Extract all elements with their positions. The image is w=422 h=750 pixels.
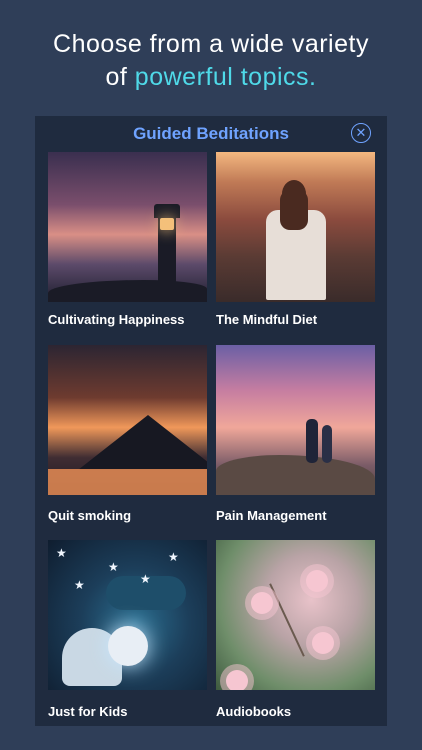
star-icon: ★ [56, 546, 67, 560]
tile-pain-management[interactable] [216, 345, 375, 495]
cliff-shape [216, 455, 375, 495]
figure-1 [306, 419, 318, 463]
panel-title: Guided Beditations [133, 124, 289, 143]
flower-shape [312, 632, 334, 654]
tile-just-for-kids[interactable]: ★ ★ ★ ★ ★ [48, 540, 207, 690]
person-head [282, 180, 306, 208]
tile-label-the-mindful-diet[interactable]: The Mindful Diet [216, 312, 317, 328]
headline: Choose from a wide variety of powerful t… [0, 28, 422, 94]
stem-shape [269, 583, 305, 657]
lighthouse-top [154, 204, 180, 218]
water-reflection [48, 469, 207, 495]
tile-label-cultivating-happiness[interactable]: Cultivating Happiness [48, 312, 185, 328]
star-icon: ★ [140, 572, 151, 586]
figure-2 [322, 425, 332, 463]
moon-shape [108, 626, 148, 666]
tile-label-quit-smoking[interactable]: Quit smoking [48, 508, 131, 524]
tile-cultivating-happiness[interactable] [48, 152, 207, 302]
headline-line-2-accent: powerful topics. [134, 63, 317, 91]
tile-audiobooks[interactable] [216, 540, 375, 690]
flower-shape [251, 592, 273, 614]
tile-label-just-for-kids[interactable]: Just for Kids [48, 704, 127, 720]
headline-line-2-prefix: of [105, 63, 135, 91]
tile-quit-smoking[interactable] [48, 345, 207, 495]
headline-line-1: Choose from a wide variety [53, 30, 369, 58]
mountain-shape [78, 415, 207, 470]
tile-label-audiobooks[interactable]: Audiobooks [216, 704, 291, 720]
headline-line-2: of powerful topics. [0, 61, 422, 94]
tile-the-mindful-diet[interactable] [216, 152, 375, 302]
flower-shape [306, 570, 328, 592]
tile-label-pain-management[interactable]: Pain Management [216, 508, 327, 524]
star-icon: ★ [74, 578, 85, 592]
flower-shape [226, 670, 248, 690]
lighthouse-light [160, 218, 174, 230]
star-icon: ★ [108, 560, 119, 574]
close-icon[interactable]: ✕ [351, 123, 371, 143]
star-icon: ★ [168, 550, 179, 564]
topics-panel: Guided Beditations ✕ Cultivating Happine… [35, 116, 387, 726]
rocks-shape [48, 280, 207, 302]
